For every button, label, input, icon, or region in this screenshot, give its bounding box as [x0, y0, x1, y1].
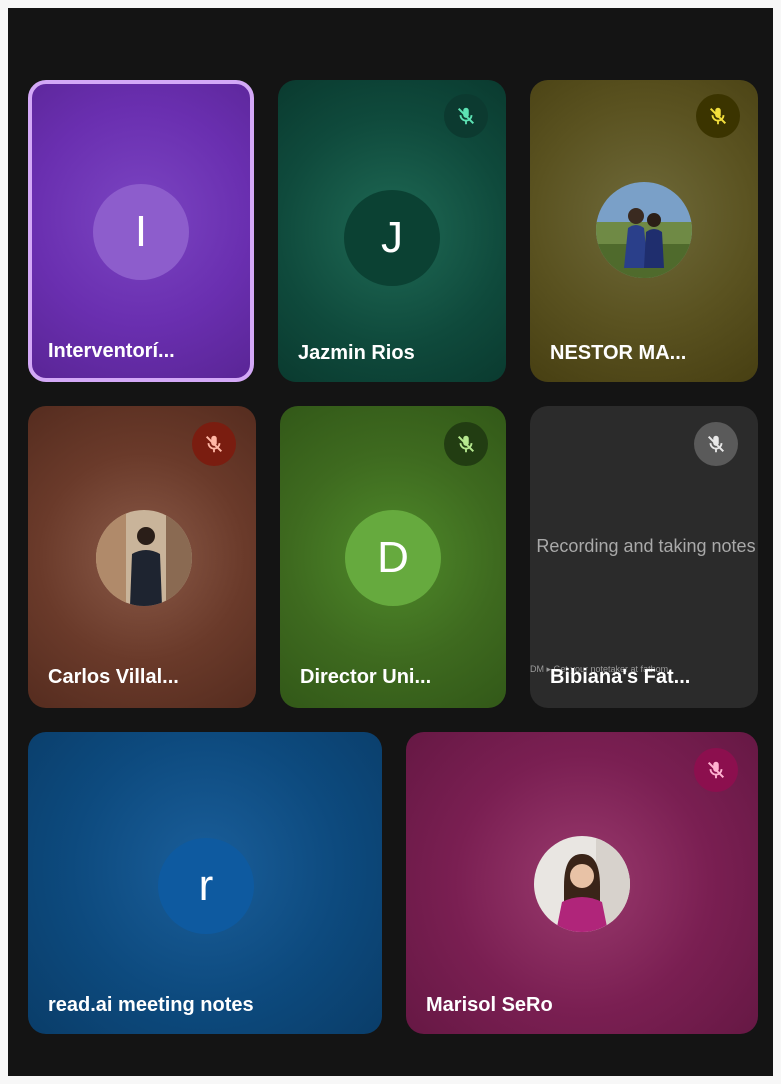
participant-tile-bibiana[interactable]: Recording and taking notes DM ▸ Get your… [530, 406, 758, 708]
avatar-photo [96, 510, 192, 606]
participant-name: Carlos Villal... [48, 666, 179, 688]
screen-share-text: Recording and taking notes [536, 536, 756, 556]
participant-name: NESTOR MA... [550, 342, 687, 364]
avatar: D [345, 510, 441, 606]
meeting-grid: I Interventorí... J Jazmin Rios NESTOR M… [8, 8, 773, 1076]
participant-tile-interventoria[interactable]: I Interventorí... [28, 80, 254, 382]
avatar-initial: I [134, 207, 148, 256]
mic-muted-icon [694, 748, 738, 792]
mic-muted-icon [444, 94, 488, 138]
avatar-initial: D [377, 533, 409, 582]
avatar-photo [596, 182, 692, 278]
mic-muted-icon [192, 422, 236, 466]
participant-tile-director[interactable]: D Director Uni... [280, 406, 506, 708]
participant-name: Bibiana's Fat... [550, 666, 691, 688]
avatar: I [93, 184, 189, 280]
avatar-photo [534, 836, 630, 932]
participant-tile-read-ai[interactable]: r read.ai meeting notes [28, 732, 382, 1034]
mic-muted-icon [696, 94, 740, 138]
participant-tile-marisol[interactable]: Marisol SeRo [406, 732, 758, 1034]
avatar-initial: r [198, 861, 214, 910]
participant-name: Director Uni... [300, 666, 432, 688]
participant-tile-jazmin-rios[interactable]: J Jazmin Rios [278, 80, 506, 382]
avatar-initial: J [381, 213, 403, 262]
participant-tile-nestor[interactable]: NESTOR MA... [530, 80, 758, 382]
participant-name: read.ai meeting notes [48, 994, 254, 1016]
participant-name: Marisol SeRo [426, 994, 553, 1016]
mic-muted-icon [694, 422, 738, 466]
mic-muted-icon [444, 422, 488, 466]
participant-name: Interventorí... [48, 340, 175, 362]
participant-name: Jazmin Rios [298, 342, 415, 364]
participant-tile-carlos[interactable]: Carlos Villal... [28, 406, 256, 708]
avatar: r [158, 838, 254, 934]
avatar: J [344, 190, 440, 286]
